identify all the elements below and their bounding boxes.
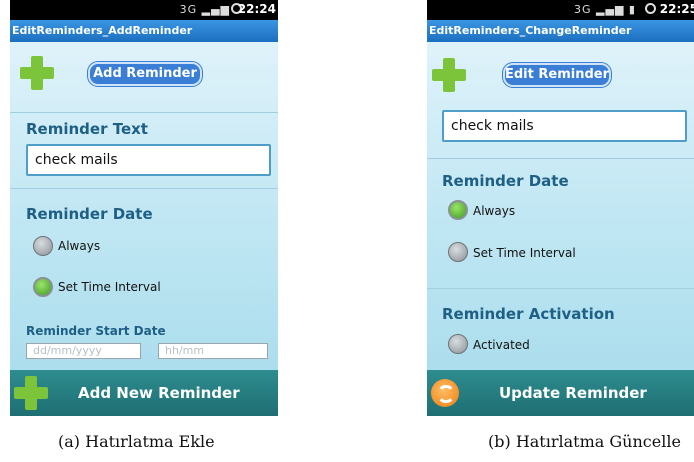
divider <box>427 288 694 289</box>
always-option-label: Always <box>58 239 101 253</box>
start-time-field[interactable]: hh/mm <box>158 343 268 359</box>
window-title: EditReminders_ChangeReminder <box>427 20 694 42</box>
status-time: 22:24 <box>237 2 276 16</box>
always-option-label: Always <box>473 204 516 218</box>
divider <box>10 112 278 113</box>
network-type: 3G <box>179 3 198 16</box>
plus-icon <box>14 376 48 410</box>
start-date-label: Reminder Start Date <box>26 324 166 338</box>
divider <box>10 188 278 189</box>
reminder-activation-label: Reminder Activation <box>442 305 615 323</box>
activated-option-label: Activated <box>473 338 530 352</box>
edit-reminder-screen: 3G ▂▄▆ ▮ 22:25 EditReminders_ChangeRemin… <box>427 0 694 416</box>
header-title: Edit Reminder <box>503 63 611 87</box>
plus-icon <box>432 58 466 92</box>
always-radio[interactable] <box>33 236 53 256</box>
set-time-interval-option-label: Set Time Interval <box>473 246 576 260</box>
reminder-text-label: Reminder Text <box>26 120 148 138</box>
update-reminder-button[interactable]: Update Reminder <box>427 370 694 416</box>
signal-icon: 3G ▂▄▆ ▮ <box>574 3 636 16</box>
plus-icon <box>20 56 54 90</box>
reminder-text-field[interactable]: check mails <box>26 144 271 176</box>
reminder-date-label: Reminder Date <box>26 205 153 223</box>
start-date-field[interactable]: dd/mm/yyyy <box>26 343 141 359</box>
signal-icon: 3G ▂▄▆ <box>179 3 230 16</box>
always-radio[interactable] <box>448 200 468 220</box>
network-type: 3G <box>574 3 592 16</box>
screen-header: Edit Reminder <box>427 42 694 112</box>
reminder-text-field[interactable]: check mails <box>442 110 687 142</box>
caption-b: (b) Hatırlatma Güncelle <box>488 432 681 451</box>
add-new-reminder-button[interactable]: Add New Reminder <box>10 370 278 416</box>
status-bar: 3G ▂▄▆ 22:24 <box>10 0 278 20</box>
update-reminder-label: Update Reminder <box>499 384 647 402</box>
add-reminder-screen: 3G ▂▄▆ 22:24 EditReminders_AddReminder A… <box>10 0 278 416</box>
header-title: Add Reminder <box>88 62 202 86</box>
status-bar: 3G ▂▄▆ ▮ 22:25 <box>427 0 694 20</box>
status-time: 22:25 <box>659 2 694 16</box>
reminder-date-label: Reminder Date <box>442 172 569 190</box>
screen-header: Add Reminder <box>10 42 278 112</box>
set-time-interval-option-label: Set Time Interval <box>58 280 161 294</box>
window-title: EditReminders_AddReminder <box>10 20 278 42</box>
set-time-interval-radio[interactable] <box>33 277 53 297</box>
add-new-reminder-label: Add New Reminder <box>78 384 240 402</box>
divider <box>427 158 694 159</box>
activated-radio[interactable] <box>448 334 468 354</box>
set-time-interval-radio[interactable] <box>448 242 468 262</box>
alarm-icon <box>645 3 656 14</box>
caption-a: (a) Hatırlatma Ekle <box>58 432 215 451</box>
refresh-icon <box>431 379 459 407</box>
